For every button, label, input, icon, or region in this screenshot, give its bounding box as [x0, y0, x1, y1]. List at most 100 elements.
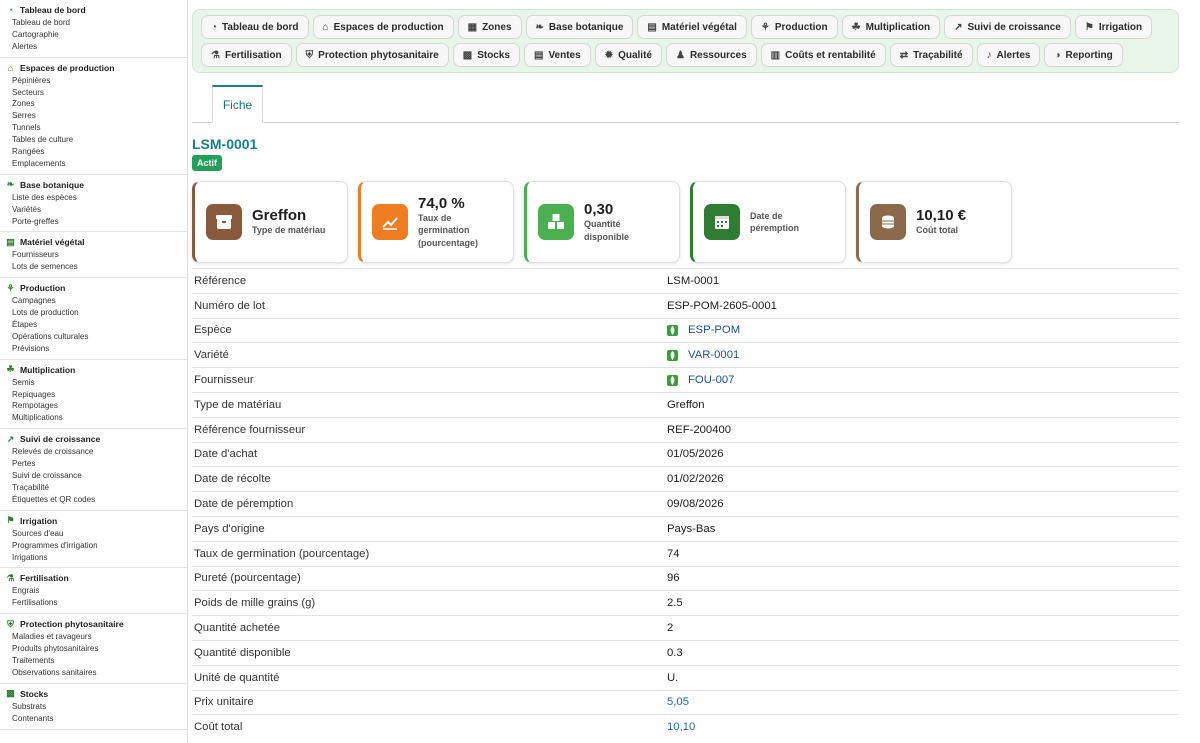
detail-value-text: 2.5 [667, 597, 683, 610]
sidebar-item[interactable]: Serres [0, 110, 187, 122]
sidebar-item[interactable]: Fertilisations [0, 597, 187, 609]
sidebar-item[interactable]: Porte-greffes [0, 216, 187, 228]
sidebar-group-header[interactable]: ▩ Stocks [0, 688, 187, 701]
nav-button[interactable]: ▥ Coûts et rentabilité [760, 43, 886, 67]
sidebar-item[interactable]: Multiplications [0, 412, 187, 424]
sidebar-item[interactable]: Rempotages [0, 400, 187, 412]
sidebar-group-header[interactable]: ⚗ Fertilisation [0, 572, 187, 585]
detail-label: Prix unitaire [194, 696, 254, 709]
nav-button[interactable]: ♟ Ressources [665, 43, 757, 67]
detail-row: Fournisseur FOU-007 [192, 367, 1179, 392]
sidebar-group-header[interactable]: ☘ Multiplication [0, 364, 187, 377]
sidebar-item[interactable]: Cartographie [0, 29, 187, 41]
nav-button[interactable]: ▤ Ventes [523, 43, 591, 67]
sidebar-item[interactable]: Tables de culture [0, 134, 187, 146]
detail-row: Variété VAR-0001 [192, 342, 1179, 367]
sidebar-item[interactable]: Secteurs [0, 87, 187, 99]
sidebar-item[interactable]: Irrigations [0, 552, 187, 564]
sidebar-item[interactable]: Pertes [0, 458, 187, 470]
nav-button[interactable]: ✹ Qualité [594, 43, 662, 67]
nav-button[interactable]: ⚗ Fertilisation [201, 43, 292, 67]
nav-button[interactable]: ♪ Alertes [976, 43, 1041, 67]
sidebar-item[interactable]: Maladies et ravageurs [0, 631, 187, 643]
detail-row: Poids de mille grains (g) 2.5 [192, 590, 1179, 615]
sidebar-item[interactable]: Produits phytosanitaires [0, 643, 187, 655]
summary-card: 74,0 % Taux de germination (pourcentage) [358, 181, 514, 263]
sidebar-item[interactable]: Suivi de croissance [0, 470, 187, 482]
sidebar-group-header[interactable]: ⚘ Production [0, 282, 187, 295]
sidebar-item[interactable]: Engrais [0, 585, 187, 597]
money-icon: ▥ [770, 49, 781, 61]
sidebar-item[interactable]: Traçabilité [0, 482, 187, 494]
sidebar-item[interactable]: Traitements [0, 655, 187, 667]
sidebar-item[interactable]: Alertes [0, 41, 187, 53]
sidebar-group-header[interactable]: ⚑ Irrigation [0, 515, 187, 528]
detail-value-text: Greffon [667, 398, 705, 411]
detail-value[interactable]: FOU-007 [667, 374, 734, 386]
nav-button[interactable]: ☘ Multiplication [841, 15, 941, 39]
nav-button[interactable]: ⛨ Protection phytosanitaire [295, 43, 449, 67]
sidebar-item[interactable]: Contenants [0, 713, 187, 725]
nav-button-label: Production [774, 21, 828, 33]
sidebar-item[interactable]: Emplacements [0, 158, 187, 170]
sidebar-group: ☘ Multiplication Semis Repiquages Rempotages… [0, 360, 187, 430]
chart-icon: ↗ [6, 433, 15, 444]
sidebar-group-header[interactable]: ◔ Tableau de bord [0, 4, 187, 17]
summary-card-value: 74,0 % [418, 194, 465, 212]
nav-button[interactable]: ▤ Matériel végétal [637, 15, 747, 39]
sidebar-item[interactable]: Lots de semences [0, 261, 187, 273]
nav-button[interactable]: ◑ Reporting [1044, 43, 1123, 67]
sidebar-item[interactable]: Sources d'eau [0, 528, 187, 540]
sidebar-item[interactable]: Tunnels [0, 122, 187, 134]
box-icon [206, 204, 242, 240]
detail-value: 01/05/2026 [667, 448, 724, 460]
sidebar-group: ▤ Matériel végétal Fournisseurs Lots de sem… [0, 232, 187, 279]
sidebar-item[interactable]: Étiquettes et QR codes [0, 494, 187, 506]
detail-value: LSM-0001 [667, 275, 719, 287]
nav-button[interactable]: ↗ Suivi de croissance [944, 15, 1071, 39]
nav-button[interactable]: ▦ Zones [457, 15, 522, 39]
sidebar-group-header[interactable]: ▤ Matériel végétal [0, 236, 187, 249]
sidebar-item[interactable]: Étapes [0, 319, 187, 331]
sidebar-item[interactable]: Substrats [0, 701, 187, 713]
sidebar-item[interactable]: Relevés de croissance [0, 446, 187, 458]
sidebar-item[interactable]: Programmes d'irrigation [0, 540, 187, 552]
nav-button[interactable]: ⚘ Production [750, 15, 838, 39]
sidebar-item[interactable]: Lots de production [0, 307, 187, 319]
sidebar-group-header[interactable]: ↗ Suivi de croissance [0, 433, 187, 446]
sidebar-item[interactable]: Rangées [0, 146, 187, 158]
nav-button-label: Traçabilité [913, 49, 963, 61]
details-table: Référence LSM-0001 Numéro de lot ESP-POM-26… [192, 268, 1179, 739]
sidebar-item[interactable]: Prévisions [0, 343, 187, 355]
sidebar-item[interactable]: Semis [0, 377, 187, 389]
detail-value[interactable]: VAR-0001 [667, 349, 739, 361]
sidebar-item[interactable]: Pépinières [0, 75, 187, 87]
shield-icon: ⛨ [305, 49, 314, 61]
tab-fiche[interactable]: Fiche [212, 85, 263, 123]
detail-value-text: 5,05 [667, 696, 689, 709]
tab-bar: Fiche [192, 85, 1179, 123]
sidebar-item[interactable]: Zones [0, 98, 187, 110]
sidebar-group-header[interactable]: ❧ Base botanique [0, 179, 187, 192]
sidebar-item[interactable]: Fournisseurs [0, 249, 187, 261]
nav-button[interactable]: ▩ Stocks [452, 43, 520, 67]
nav-button[interactable]: ❧ Base botanique [525, 15, 634, 39]
sidebar-item[interactable]: Liste des espèces [0, 192, 187, 204]
detail-value[interactable]: ESP-POM [667, 324, 740, 336]
sidebar-item[interactable]: Opérations culturales [0, 331, 187, 343]
sidebar-group-header[interactable]: ⛨ Protection phytosanitaire [0, 618, 187, 631]
detail-row: Type de matériau Greffon [192, 391, 1179, 417]
sidebar-item[interactable]: Observations sanitaires [0, 667, 187, 679]
route-icon: ⇄ [899, 49, 909, 61]
link-badge-icon [667, 349, 678, 361]
nav-button-label: Espaces de production [333, 21, 444, 33]
sidebar-group-header[interactable]: ⌂ Espaces de production [0, 62, 187, 75]
sidebar-item[interactable]: Variétés [0, 204, 187, 216]
sidebar-item[interactable]: Campagnes [0, 295, 187, 307]
nav-button[interactable]: ◔ Tableau de bord [201, 15, 309, 39]
nav-button[interactable]: ⚑ Irrigation [1074, 15, 1153, 39]
sidebar-item[interactable]: Repiquages [0, 389, 187, 401]
nav-button[interactable]: ⇄ Traçabilité [889, 43, 973, 67]
sidebar-item[interactable]: Tableau de bord [0, 17, 187, 29]
nav-button[interactable]: ⌂ Espaces de production [312, 15, 454, 39]
